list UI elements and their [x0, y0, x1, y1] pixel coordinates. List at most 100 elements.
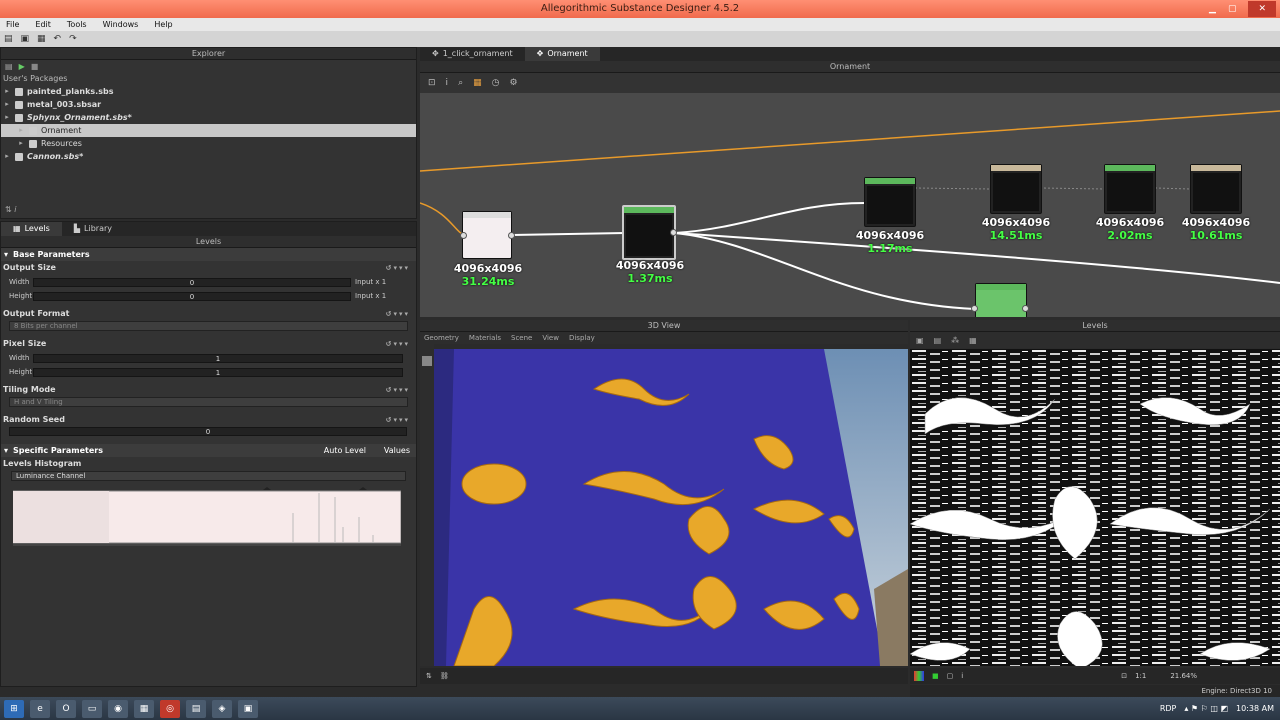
- expand-arrow-icon[interactable]: ▸: [3, 98, 11, 111]
- specific-parameters-section[interactable]: ▾ Specific Parameters Auto Level Values: [1, 444, 416, 457]
- param-controls-icon[interactable]: ↺▾▾▾: [386, 261, 410, 275]
- fit-view-icon[interactable]: ⊡: [1121, 672, 1127, 680]
- fps-icon[interactable]: ⇅: [426, 672, 432, 680]
- redo-icon[interactable]: ↷: [69, 34, 77, 44]
- fit-icon[interactable]: ⊡: [428, 78, 436, 88]
- explorer-item[interactable]: ▸ Ornament: [1, 124, 416, 137]
- substance-designer-icon[interactable]: ◎: [160, 699, 180, 718]
- param-controls-icon[interactable]: ↺▾▾▾: [386, 337, 410, 351]
- file-explorer-icon[interactable]: ▭: [82, 699, 102, 718]
- grid-icon[interactable]: ▦: [473, 78, 482, 88]
- param-controls-icon[interactable]: ↺▾▾▾: [386, 413, 410, 427]
- explorer-item[interactable]: ▸ Sphynx_Ornament.sbs*: [1, 111, 416, 124]
- output-width-slider[interactable]: 0: [33, 277, 351, 287]
- param-controls-icon[interactable]: ↺▾▾▾: [386, 383, 410, 397]
- gear-icon[interactable]: ⚙: [509, 78, 517, 88]
- channel-select[interactable]: Luminance Channel: [11, 471, 406, 481]
- explorer-item[interactable]: ▸ metal_003.sbsar: [1, 98, 416, 111]
- pixel-height-slider[interactable]: 1: [33, 367, 403, 377]
- tiling-mode-select[interactable]: H and V Tiling: [9, 397, 408, 407]
- display-icon[interactable]: ▣: [916, 336, 924, 345]
- menu-scene[interactable]: Scene: [511, 332, 532, 344]
- info-icon[interactable]: i: [446, 78, 449, 88]
- 2d-viewport[interactable]: [910, 349, 1280, 666]
- tile-icon[interactable]: ▦: [969, 336, 977, 345]
- graph-canvas[interactable]: 4096x4096 31.24ms 4096x4096 1.37ms 4096x…: [420, 93, 1280, 317]
- zoom-ratio[interactable]: 1:1: [1135, 672, 1146, 680]
- new-package-icon[interactable]: ▤: [5, 62, 13, 71]
- node-output-port[interactable]: [1022, 305, 1029, 312]
- tab-library[interactable]: ▙ Library: [62, 222, 124, 236]
- rdp-label[interactable]: RDP: [1160, 704, 1177, 713]
- open-file-icon[interactable]: ▣: [21, 34, 30, 44]
- minimize-icon[interactable]: ▁: [1209, 4, 1216, 14]
- undo-icon[interactable]: ↶: [54, 34, 62, 44]
- values-button[interactable]: Values: [384, 444, 410, 457]
- zoom-icon[interactable]: ⌕: [458, 78, 463, 88]
- app-icon[interactable]: ◉: [108, 699, 128, 718]
- alpha-channel-icon[interactable]: ▢: [947, 672, 954, 680]
- node-output-port[interactable]: [670, 229, 677, 236]
- link-icon[interactable]: ⛓: [440, 672, 449, 680]
- random-seed-slider[interactable]: 0: [9, 427, 407, 436]
- outlook-icon[interactable]: O: [56, 699, 76, 718]
- maximize-icon[interactable]: ▢: [1228, 4, 1237, 14]
- expand-arrow-icon[interactable]: ▸: [3, 111, 11, 124]
- color-picker-icon[interactable]: [914, 671, 924, 681]
- explorer-item[interactable]: ▸ painted_planks.sbs: [1, 85, 416, 98]
- graph-node-levels[interactable]: [622, 205, 676, 260]
- tab-ornament[interactable]: ✥ Ornament: [524, 47, 600, 61]
- menu-geometry[interactable]: Geometry: [424, 332, 459, 344]
- expand-arrow-icon[interactable]: ▸: [3, 150, 11, 163]
- channels-icon[interactable]: ⁂: [951, 336, 959, 345]
- app-icon[interactable]: ▤: [186, 699, 206, 718]
- graph-node-6[interactable]: [1190, 164, 1242, 214]
- output-format-select[interactable]: 8 Bits per channel: [9, 321, 408, 331]
- app-icon[interactable]: ◈: [212, 699, 232, 718]
- node-input-port[interactable]: [971, 305, 978, 312]
- graph-node-3[interactable]: [864, 177, 916, 227]
- app-icon[interactable]: ▦: [134, 699, 154, 718]
- tab-levels[interactable]: ▦ Levels: [1, 222, 62, 236]
- graph-node-5[interactable]: [1104, 164, 1156, 214]
- save-icon[interactable]: ▦: [37, 34, 46, 44]
- camera-icon[interactable]: [422, 356, 432, 366]
- output-height-slider[interactable]: 0: [33, 291, 351, 301]
- expand-arrow-icon[interactable]: ▸: [17, 124, 25, 137]
- graph-node-grayscale[interactable]: [462, 211, 512, 259]
- start-icon[interactable]: ⊞: [4, 699, 24, 718]
- menu-display[interactable]: Display: [569, 332, 595, 344]
- info-icon[interactable]: i: [961, 672, 963, 680]
- clock-icon[interactable]: ◷: [492, 78, 500, 88]
- new-file-icon[interactable]: ▤: [4, 34, 13, 44]
- menu-windows[interactable]: Windows: [103, 18, 139, 31]
- expand-arrow-icon[interactable]: ▸: [3, 85, 11, 98]
- pixel-width-slider[interactable]: 1: [33, 353, 403, 363]
- menu-view[interactable]: View: [542, 332, 559, 344]
- param-controls-icon[interactable]: ↺▾▾▾: [386, 307, 410, 321]
- node-input-port[interactable]: [460, 232, 467, 239]
- stop-icon[interactable]: ■: [31, 62, 39, 71]
- tray-icons[interactable]: ▴ ⚑ ⚐ ◫ ◩: [1184, 704, 1228, 713]
- base-parameters-section[interactable]: ▾ Base Parameters: [1, 248, 416, 261]
- menu-edit[interactable]: Edit: [35, 18, 51, 31]
- menu-materials[interactable]: Materials: [469, 332, 501, 344]
- explorer-item[interactable]: ▸ Resources: [1, 137, 416, 150]
- close-icon[interactable]: ✕: [1248, 1, 1276, 17]
- menu-tools[interactable]: Tools: [67, 18, 87, 31]
- auto-level-button[interactable]: Auto Level: [324, 444, 366, 457]
- graph-node-7[interactable]: [975, 283, 1027, 317]
- clock[interactable]: 10:38 AM: [1236, 704, 1274, 713]
- 3d-viewport[interactable]: [434, 349, 908, 666]
- tab-1-click-ornament[interactable]: ✥ 1_click_ornament: [420, 47, 525, 61]
- rgb-channel-icon[interactable]: ■: [932, 672, 939, 680]
- node-output-port[interactable]: [508, 232, 515, 239]
- menu-help[interactable]: Help: [154, 18, 172, 31]
- explorer-item[interactable]: ▸ Cannon.sbs*: [1, 150, 416, 163]
- app-icon[interactable]: ▣: [238, 699, 258, 718]
- expand-arrow-icon[interactable]: ▸: [17, 137, 25, 150]
- export-icon[interactable]: ▤: [934, 336, 942, 345]
- menu-file[interactable]: File: [6, 18, 19, 31]
- play-icon[interactable]: ▶: [19, 62, 25, 71]
- histogram[interactable]: [12, 487, 404, 547]
